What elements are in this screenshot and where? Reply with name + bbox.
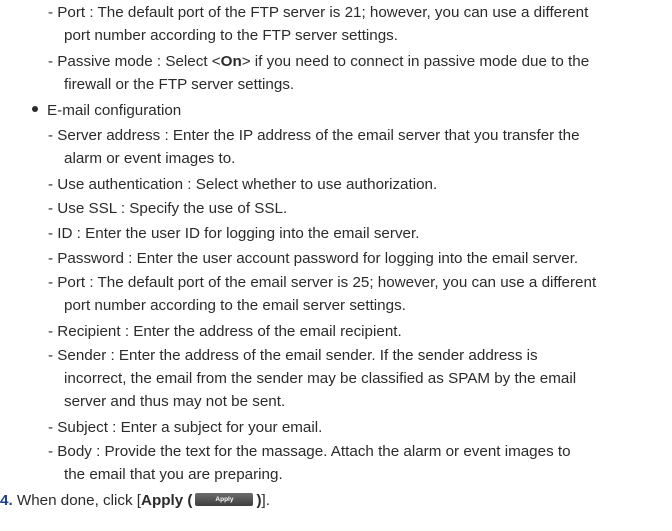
email-port-line1: - Port : The default port of the email s… <box>48 274 597 291</box>
email-body-line1: - Body : Provide the text for the massag… <box>48 443 571 460</box>
email-server-line1: - Server address : Enter the IP address … <box>48 127 580 144</box>
email-port-line2: port number according to the email serve… <box>64 297 406 314</box>
email-server-line2: alarm or event images to. <box>64 150 236 167</box>
email-sender-line2: incorrect, the email from the sender may… <box>64 370 577 387</box>
step-4: 4. When done, click [Apply (Apply)]. <box>0 491 270 511</box>
apply-button-image: Apply <box>195 493 254 507</box>
email-id-line: - ID : Enter the user ID for logging int… <box>48 225 420 242</box>
apply-label: Apply ( <box>140 492 193 509</box>
email-body-line2: the email that you are preparing. <box>64 466 283 483</box>
email-subject-line: - Subject : Enter a subject for your ema… <box>48 419 323 436</box>
passive-suffix: > if you need to connect in passive mode… <box>241 53 590 70</box>
email-sender-line3: server and thus may not be sent. <box>64 393 286 410</box>
manual-page: - Port : The default port of the FTP ser… <box>0 0 672 531</box>
ftp-port-line2: port number according to the FTP server … <box>64 27 398 44</box>
email-password-line: - Password : Enter the user account pass… <box>48 250 579 267</box>
bullet-icon <box>32 105 38 112</box>
ftp-passive-line2: firewall or the FTP server settings. <box>64 76 295 93</box>
email-config-heading: E-mail configuration <box>32 101 181 121</box>
step-text: When done, click [ <box>12 492 141 509</box>
step-number: 4. <box>0 492 13 509</box>
email-ssl-line: - Use SSL : Specify the use of SSL. <box>48 200 288 217</box>
email-recipient-line: - Recipient : Enter the address of the e… <box>48 323 402 340</box>
step-end: ]. <box>261 492 270 509</box>
ftp-port-line1: - Port : The default port of the FTP ser… <box>48 4 589 21</box>
ftp-passive-line1: - Passive mode : Select <On> if you need… <box>48 52 589 72</box>
email-auth-line: - Use authentication : Select whether to… <box>48 176 438 193</box>
email-heading-text: E-mail configuration <box>47 102 182 119</box>
email-sender-line1: - Sender : Enter the address of the emai… <box>48 347 538 364</box>
passive-prefix: - Passive mode : Select < <box>48 53 221 70</box>
passive-on-keyword: On <box>220 53 242 70</box>
